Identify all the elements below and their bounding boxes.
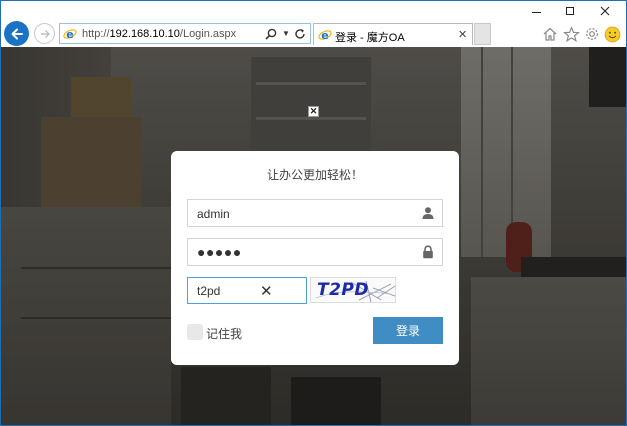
username-value: admin: [197, 207, 230, 221]
refresh-button[interactable]: [293, 26, 307, 41]
svg-text:e: e: [321, 29, 328, 42]
lock-icon: [423, 245, 433, 259]
gear-icon: [586, 28, 598, 40]
close-window-button[interactable]: [589, 1, 621, 21]
browser-window: e http://192.168.10.10/Login.aspx ▼ e 登录…: [0, 0, 627, 426]
address-url: http://192.168.10.10/Login.aspx: [82, 27, 236, 41]
search-icon: [265, 28, 277, 40]
captcha-input[interactable]: t2pd ✕: [187, 277, 307, 304]
ie-logo-icon: e: [318, 29, 332, 42]
url-host: 192.168.10.10: [109, 28, 180, 40]
title-bar: [1, 1, 626, 21]
feedback-button[interactable]: [603, 25, 621, 43]
ie-logo-icon: e: [63, 28, 77, 41]
favorites-button[interactable]: [562, 25, 580, 43]
refresh-icon: [295, 28, 305, 39]
dropdown-button[interactable]: ▼: [279, 26, 293, 41]
minimize-icon: [531, 11, 541, 13]
login-button[interactable]: 登录: [373, 317, 443, 344]
login-heading: 让办公更加轻松！: [266, 168, 363, 182]
captcha-text: T2PD: [317, 280, 369, 300]
star-icon: [562, 25, 580, 42]
login-card: 让办公更加轻松！ admin ●●●●● t2pd ✕ T2PD 记住我 登录: [171, 151, 459, 365]
clear-input-icon[interactable]: ✕: [260, 282, 273, 300]
url-protocol: http://: [82, 28, 110, 40]
login-page: ✕ 让办公更加轻松！ admin ●●●●● t2pd ✕ T2PD 记住我 登…: [1, 47, 626, 425]
tab-close-icon[interactable]: ✕: [458, 28, 467, 41]
chevron-down-icon: ▼: [282, 29, 290, 38]
settings-button[interactable]: [583, 25, 601, 43]
svg-text:e: e: [66, 28, 73, 41]
search-button[interactable]: [264, 26, 278, 41]
arrow-left-icon: [11, 28, 23, 39]
arrow-right-icon: [40, 29, 50, 38]
remember-me-label: 记住我: [206, 327, 243, 341]
back-button[interactable]: [4, 21, 29, 46]
close-icon: [600, 6, 610, 16]
user-icon: [422, 207, 434, 219]
remember-me-checkbox[interactable]: [187, 324, 203, 340]
username-field[interactable]: admin: [187, 199, 443, 227]
new-tab-button[interactable]: [474, 23, 491, 45]
minimize-button[interactable]: [520, 1, 552, 21]
tab-title: 登录 - 魔方OA: [335, 32, 405, 44]
home-button[interactable]: [541, 25, 559, 43]
broken-image-icon: ✕: [308, 106, 319, 117]
smiley-icon: [604, 26, 620, 42]
forward-button[interactable]: [34, 23, 55, 44]
home-icon: [543, 27, 557, 41]
password-value: ●●●●●: [197, 244, 242, 260]
maximize-icon: [566, 7, 574, 15]
address-bar[interactable]: e http://192.168.10.10/Login.aspx ▼: [59, 23, 311, 44]
captcha-image[interactable]: T2PD: [310, 277, 396, 303]
password-field[interactable]: ●●●●●: [187, 238, 443, 266]
browser-tab[interactable]: e 登录 - 魔方OA ✕: [313, 23, 473, 45]
captcha-value: t2pd: [197, 284, 221, 298]
maximize-button[interactable]: [554, 1, 586, 21]
url-path: /Login.aspx: [179, 28, 237, 40]
browser-toolbar: e http://192.168.10.10/Login.aspx ▼ e 登录…: [1, 21, 626, 47]
